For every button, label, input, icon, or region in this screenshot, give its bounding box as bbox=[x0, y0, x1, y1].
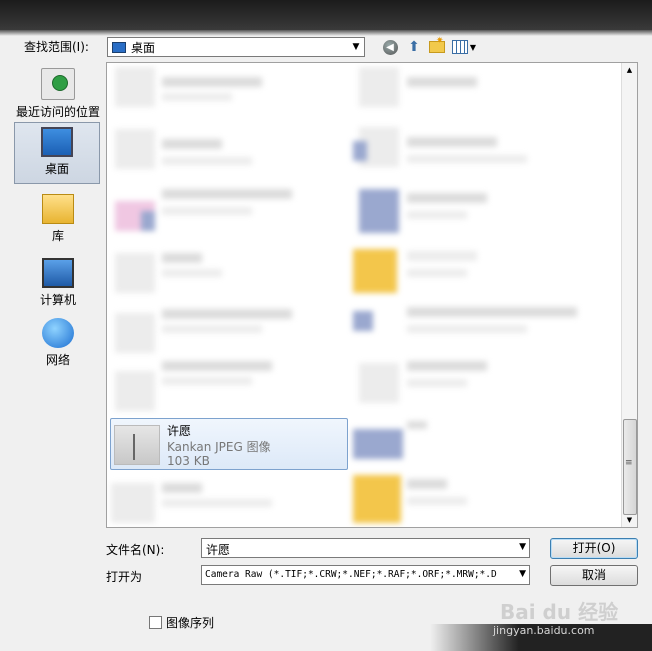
look-in-combo[interactable]: 桌面 ▼ bbox=[107, 37, 365, 57]
chevron-down-icon[interactable]: ▼ bbox=[519, 542, 526, 552]
image-sequence-label: 图像序列 bbox=[166, 616, 215, 630]
scroll-down-icon[interactable]: ▼ bbox=[622, 513, 637, 527]
selected-file-item[interactable]: 许愿 Kankan JPEG 图像 103 KB bbox=[110, 418, 348, 470]
file-type-select[interactable]: Camera Raw (*.TIF;*.CRW;*.NEF;*.RAF;*.OR… bbox=[201, 565, 530, 585]
file-type-label: 打开为 bbox=[106, 570, 143, 584]
place-computer[interactable]: 计算机 bbox=[14, 258, 102, 308]
look-in-label: 查找范围(I): bbox=[24, 40, 89, 54]
place-recent[interactable]: 最近访问的位置 bbox=[14, 68, 102, 120]
title-bar bbox=[0, 0, 652, 30]
chevron-down-icon[interactable]: ▼ bbox=[517, 569, 526, 579]
image-thumbnail-icon bbox=[114, 425, 160, 465]
place-label: 最近访问的位置 bbox=[15, 105, 100, 119]
place-library[interactable]: 库 bbox=[14, 194, 102, 244]
open-button[interactable]: 打开(O) bbox=[550, 538, 638, 559]
file-name-value: 许愿 bbox=[206, 543, 231, 557]
library-icon bbox=[42, 194, 74, 224]
title-bar-shadow bbox=[0, 30, 652, 36]
chevron-down-icon[interactable]: ▼ bbox=[348, 42, 364, 52]
place-label: 库 bbox=[51, 229, 64, 243]
place-label: 网络 bbox=[45, 353, 70, 367]
views-menu-button[interactable]: ▼ bbox=[451, 38, 477, 56]
file-name-label: 文件名(N): bbox=[106, 543, 165, 557]
chevron-down-icon: ▼ bbox=[469, 42, 477, 52]
file-type-value: Camera Raw (*.TIF;*.CRW;*.NEF;*.RAF;*.OR… bbox=[205, 569, 497, 580]
file-name-field[interactable]: 许愿 ▼ bbox=[201, 538, 530, 558]
file-list[interactable]: 许愿 Kankan JPEG 图像 103 KB ▲ ▼ bbox=[106, 62, 638, 528]
desktop-icon bbox=[41, 127, 73, 157]
vertical-scrollbar[interactable]: ▲ ▼ bbox=[621, 63, 637, 527]
network-icon bbox=[42, 318, 74, 348]
recent-places-icon bbox=[41, 68, 75, 100]
places-bar: 最近访问的位置 桌面 库 计算机 网络 bbox=[4, 62, 104, 600]
up-folder-button[interactable]: ⬆ bbox=[405, 38, 423, 56]
image-sequence-checkbox[interactable]: 图像序列 bbox=[149, 614, 214, 631]
look-in-value: 桌面 bbox=[131, 40, 156, 55]
watermark-url: jingyan.baidu.com bbox=[493, 624, 595, 637]
file-type: Kankan JPEG 图像 bbox=[167, 440, 271, 454]
place-label: 计算机 bbox=[39, 293, 76, 307]
back-arrow-icon: ◀ bbox=[382, 39, 398, 55]
desktop-icon bbox=[112, 41, 126, 53]
computer-icon bbox=[42, 258, 74, 288]
place-label: 桌面 bbox=[44, 162, 69, 176]
place-desktop[interactable]: 桌面 bbox=[14, 122, 100, 184]
back-button[interactable]: ◀ bbox=[381, 38, 399, 56]
place-network[interactable]: 网络 bbox=[14, 318, 102, 368]
baidu-jingyan-watermark: Bai du 经验 bbox=[500, 600, 619, 624]
view-grid-icon bbox=[451, 40, 468, 54]
new-folder-icon: ✷ bbox=[429, 36, 445, 53]
cancel-button[interactable]: 取消 bbox=[550, 565, 638, 586]
scrollbar-thumb[interactable] bbox=[623, 419, 637, 515]
file-name: 许愿 bbox=[167, 424, 192, 438]
file-size: 103 KB bbox=[167, 454, 210, 468]
new-folder-button[interactable]: ✷ bbox=[428, 36, 446, 56]
up-arrow-icon: ⬆ bbox=[408, 39, 420, 55]
checkbox-box[interactable] bbox=[149, 616, 162, 629]
scroll-up-icon[interactable]: ▲ bbox=[622, 63, 637, 77]
